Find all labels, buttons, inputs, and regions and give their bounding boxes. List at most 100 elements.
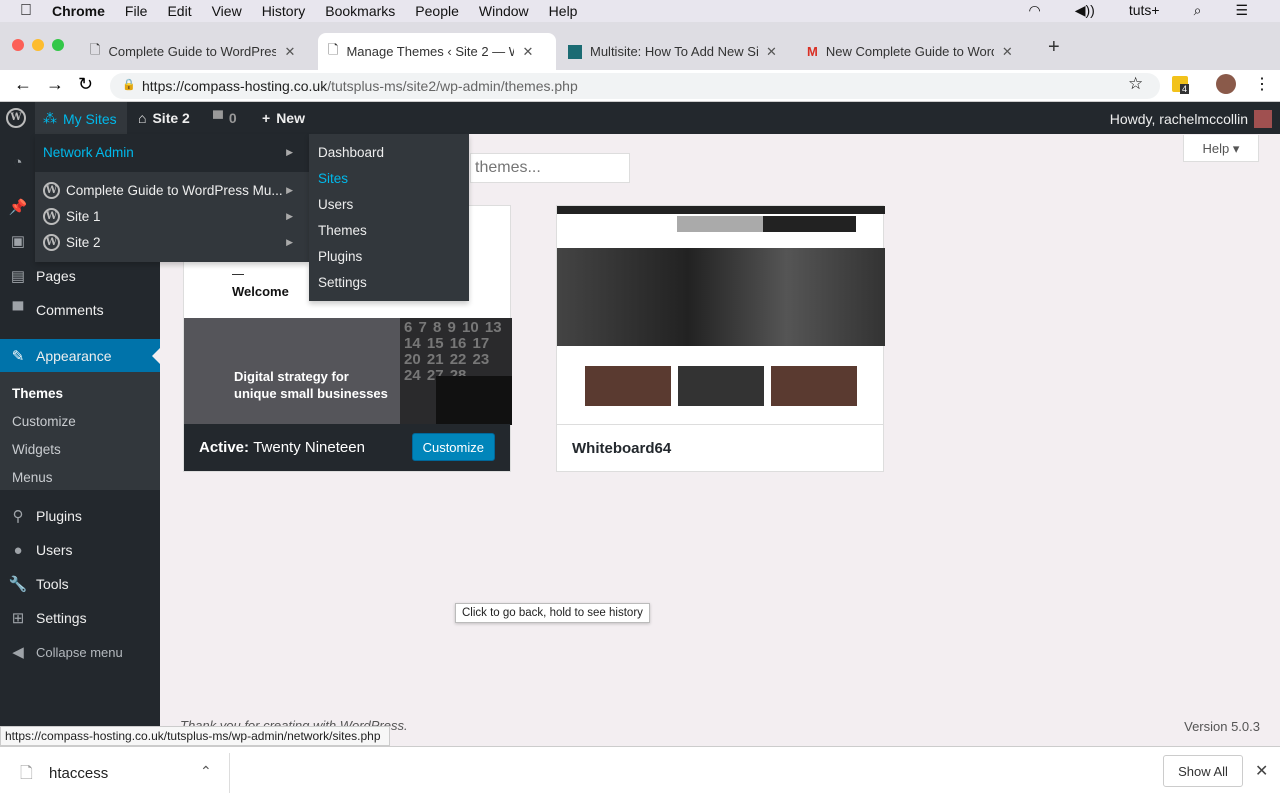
list-icon[interactable]: ☰: [1235, 2, 1248, 19]
submenu-widgets[interactable]: Widgets: [12, 442, 61, 457]
download-item[interactable]: htaccess: [49, 765, 108, 782]
help-tab-button[interactable]: Help ▾: [1183, 135, 1259, 162]
tab-manage-themes[interactable]: 🗋 Manage Themes ‹ Site 2 — WordPress ✕: [318, 33, 556, 70]
submenu-customize[interactable]: Customize: [12, 414, 76, 429]
network-themes-link[interactable]: Themes: [318, 223, 367, 238]
network-admin-menu-item[interactable]: Network Admin ▶: [43, 145, 301, 160]
profile-avatar[interactable]: [1216, 74, 1236, 94]
close-tab-icon[interactable]: ✕: [284, 44, 295, 60]
minimize-window-button[interactable]: [32, 39, 44, 51]
spotlight-icon[interactable]: ⌕: [1194, 2, 1202, 19]
label: Plugins: [36, 508, 82, 524]
sidebar-item-pages[interactable]: ▤ Pages: [0, 266, 160, 286]
label: Settings: [36, 610, 87, 626]
search-themes-input[interactable]: [470, 153, 630, 183]
new-tab-button[interactable]: +: [1048, 36, 1060, 59]
network-users-link[interactable]: Users: [318, 197, 353, 212]
menu-help[interactable]: Help: [549, 3, 578, 19]
label: Tools: [36, 576, 69, 592]
tab-complete-guide[interactable]: 🗋 Complete Guide to WordPress ✕: [80, 33, 318, 70]
menu-window[interactable]: Window: [479, 3, 529, 19]
forward-button[interactable]: →: [46, 74, 64, 95]
show-all-downloads-button[interactable]: Show All: [1163, 755, 1243, 787]
menu-file[interactable]: File: [125, 3, 148, 19]
label: Users: [36, 542, 73, 558]
menu-edit[interactable]: Edit: [167, 3, 191, 19]
sidebar-item-settings[interactable]: ⊞ Settings: [0, 608, 160, 628]
theme-footer: Whiteboard64: [557, 424, 883, 471]
sidebar-item-comments[interactable]: ▀ Comments: [0, 300, 160, 320]
sidebar-item-tools[interactable]: 🔧 Tools: [0, 574, 160, 594]
comments-link[interactable]: ▀ 0: [213, 110, 237, 126]
url-bar[interactable]: 🔒 https://compass-hosting.co.uk/tutsplus…: [110, 73, 1160, 99]
reload-button[interactable]: ↻: [78, 74, 93, 95]
my-sites-dropdown: Network Admin ▶ W Complete Guide to WordPr…: [35, 134, 309, 262]
bookmark-star-icon[interactable]: ☆: [1128, 74, 1143, 94]
submenu-themes[interactable]: Themes: [12, 386, 63, 401]
sidebar-item-plugins[interactable]: ⚲ Plugins: [0, 506, 160, 526]
url-path: /tutsplus-ms/site2/wp-admin/themes.php: [327, 78, 578, 94]
user-icon: ●: [13, 541, 23, 559]
label: Comments: [36, 302, 104, 318]
label: Pages: [36, 268, 76, 284]
site-menu-item-site-1[interactable]: W Site 1 ▶: [43, 208, 301, 225]
account-menu[interactable]: Howdy, rachelmccollin: [1110, 110, 1272, 128]
wp-version: Version 5.0.3: [1184, 719, 1260, 734]
volume-icon[interactable]: ◀)): [1075, 2, 1095, 19]
back-button[interactable]: ←: [14, 74, 32, 95]
collapse-menu-button[interactable]: ◀ Collapse menu: [0, 642, 160, 662]
help-label: Help: [1202, 141, 1230, 156]
close-download-shelf-icon[interactable]: ✕: [1255, 761, 1268, 781]
sidebar-item-appearance[interactable]: ✎ Appearance: [0, 339, 160, 372]
network-sites-link[interactable]: Sites: [318, 171, 348, 186]
submenu-menus[interactable]: Menus: [12, 470, 53, 485]
comments-count: 0: [228, 110, 237, 126]
tab-gmail[interactable]: M New Complete Guide to WordPress ✕: [797, 33, 1035, 70]
tab-title: Manage Themes ‹ Site 2 — WordPress: [346, 44, 514, 59]
wifi-icon[interactable]: ◠: [1029, 2, 1041, 19]
tab-title: New Complete Guide to WordPress: [825, 44, 994, 59]
chevron-right-icon: ▶: [286, 147, 293, 157]
extension-icon[interactable]: 4: [1172, 76, 1190, 94]
theme-preview-welcome: Welcome: [232, 284, 289, 299]
file-icon: 🗋: [20, 765, 33, 782]
apple-icon[interactable]: : [20, 2, 32, 20]
comment-icon: ▀: [12, 301, 24, 319]
customize-button[interactable]: Customize: [411, 433, 495, 461]
tab-title: Multisite: How To Add New Site: [590, 44, 758, 59]
my-sites-menu[interactable]: ⁂ My Sites: [43, 110, 117, 127]
close-tab-icon[interactable]: ✕: [766, 44, 777, 60]
close-tab-icon[interactable]: ✕: [1002, 44, 1013, 60]
network-dashboard-link[interactable]: Dashboard: [318, 145, 384, 160]
lock-icon: 🔒: [122, 79, 136, 91]
address-toolbar: ← → ↻ 🔒 https://compass-hosting.co.uk/tu…: [0, 70, 1280, 102]
menu-history[interactable]: History: [262, 3, 306, 19]
close-window-button[interactable]: [12, 39, 24, 51]
theme-card-whiteboard64[interactable]: Whiteboard64: [556, 205, 885, 472]
network-plugins-link[interactable]: Plugins: [318, 249, 362, 264]
label: Appearance: [36, 347, 112, 364]
wordpress-logo-icon[interactable]: W: [6, 108, 26, 128]
site-menu-item-complete-guide[interactable]: W Complete Guide to WordPress Mu... ▶: [43, 182, 301, 199]
sidebar-item-users[interactable]: ● Users: [0, 540, 160, 560]
chrome-menu-icon[interactable]: ⋮: [1254, 74, 1270, 94]
comment-icon: ▀: [213, 110, 223, 126]
close-tab-icon[interactable]: ✕: [522, 44, 533, 60]
zoom-window-button[interactable]: [52, 39, 64, 51]
site-menu-item-site-2[interactable]: W Site 2 ▶: [43, 234, 301, 251]
settings-icon: ⊞: [11, 610, 25, 627]
network-settings-link[interactable]: Settings: [318, 275, 367, 290]
label: Site 2: [66, 235, 101, 250]
extension-badge: 4: [1180, 84, 1190, 94]
plus-icon: +: [262, 110, 271, 126]
chevron-right-icon: ▶: [286, 237, 293, 247]
menu-people[interactable]: People: [415, 3, 459, 19]
app-menu[interactable]: Chrome: [52, 3, 105, 19]
tab-multisite[interactable]: Multisite: How To Add New Site ✕: [558, 33, 796, 70]
new-content-menu[interactable]: + New: [262, 110, 305, 126]
status-user[interactable]: tuts+: [1129, 2, 1160, 19]
download-options-chevron-icon[interactable]: ⌃: [200, 763, 212, 780]
site-name-menu[interactable]: ⌂ Site 2: [138, 110, 190, 126]
menu-bookmarks[interactable]: Bookmarks: [325, 3, 395, 19]
menu-view[interactable]: View: [212, 3, 242, 19]
